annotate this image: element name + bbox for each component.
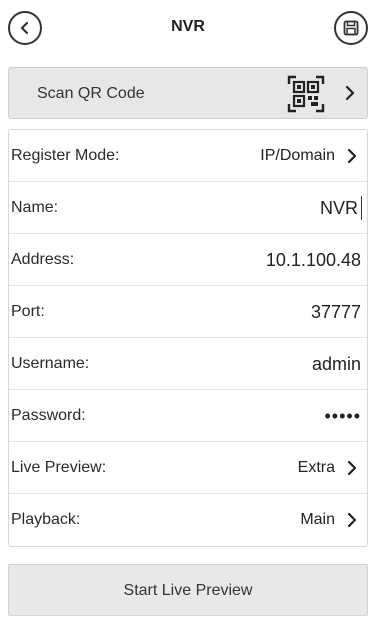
- register-mode-row[interactable]: Register Mode: IP/Domain: [9, 130, 367, 182]
- playback-value: Main: [300, 511, 335, 528]
- username-row: Username: admin: [9, 338, 367, 390]
- chevron-right-icon: [347, 512, 357, 528]
- name-input[interactable]: NVR: [320, 182, 358, 234]
- scan-qr-code-button[interactable]: Scan QR Code: [8, 67, 368, 119]
- chevron-right-icon: [347, 460, 357, 476]
- name-row: Name: NVR: [9, 182, 367, 234]
- start-live-preview-button[interactable]: Start Live Preview: [8, 564, 368, 616]
- port-row: Port: 37777: [9, 286, 367, 338]
- address-label: Address:: [11, 251, 75, 268]
- name-label: Name:: [11, 199, 59, 216]
- save-button[interactable]: [334, 11, 368, 45]
- address-row: Address: 10.1.100.48: [9, 234, 367, 286]
- password-row: Password: •••••: [9, 390, 367, 442]
- qr-code-icon: [287, 75, 325, 113]
- scan-qr-code-label: Scan QR Code: [37, 85, 145, 102]
- register-mode-label: Register Mode:: [11, 147, 120, 164]
- live-preview-row[interactable]: Live Preview: Extra: [9, 442, 367, 494]
- device-settings-list: Register Mode: IP/Domain Name: NVR Addre…: [8, 129, 368, 547]
- username-input[interactable]: admin: [312, 338, 361, 390]
- text-cursor: [361, 196, 362, 220]
- page-title: NVR: [171, 18, 205, 35]
- port-label: Port:: [11, 303, 45, 320]
- playback-row[interactable]: Playback: Main: [9, 494, 367, 546]
- username-label: Username:: [11, 355, 90, 372]
- app-header: NVR: [0, 0, 376, 62]
- password-input[interactable]: •••••: [324, 390, 361, 442]
- port-input[interactable]: 37777: [311, 286, 361, 338]
- address-input[interactable]: 10.1.100.48: [266, 234, 361, 286]
- live-preview-value: Extra: [297, 459, 335, 476]
- playback-label: Playback:: [11, 511, 81, 528]
- live-preview-label: Live Preview:: [11, 459, 107, 476]
- password-label: Password:: [11, 407, 86, 424]
- save-icon: [343, 20, 359, 36]
- chevron-right-icon: [345, 85, 355, 101]
- register-mode-value: IP/Domain: [260, 147, 335, 164]
- chevron-right-icon: [347, 148, 357, 164]
